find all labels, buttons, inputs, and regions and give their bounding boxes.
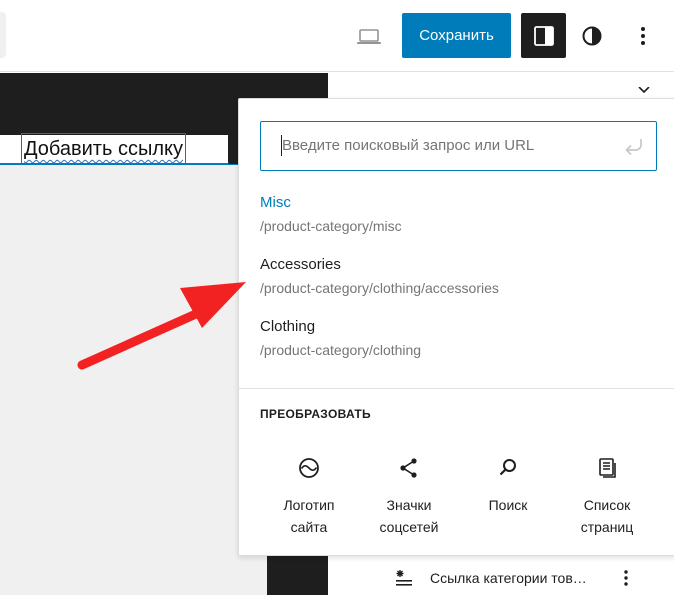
transform-label-line2: сайта — [290, 519, 328, 535]
page-list-icon — [599, 458, 616, 478]
vertical-ellipsis-icon — [641, 27, 645, 45]
text-caret — [281, 135, 282, 156]
sidebar-close-button[interactable] — [634, 86, 654, 98]
sidebar-list-item[interactable]: Ссылка категории тов… — [380, 560, 674, 595]
close-icon — [638, 87, 650, 94]
share-icon — [400, 458, 417, 478]
category-link-icon — [396, 570, 412, 586]
save-button[interactable]: Сохранить — [402, 13, 511, 58]
toolbar-left-edge — [0, 12, 6, 58]
transform-label-line2: страниц — [580, 519, 634, 535]
result-url: /product-category/misc — [260, 218, 402, 234]
result-title: Clothing — [260, 318, 316, 335]
transform-label-line1: Поиск — [488, 497, 528, 513]
desktop-icon — [357, 29, 381, 44]
search-result-clothing[interactable]: Clothing /product-category/clothing — [260, 318, 660, 372]
transform-page-list-button[interactable]: Список страниц — [560, 454, 654, 544]
device-preview-button[interactable] — [352, 20, 386, 54]
vertical-ellipsis-icon — [624, 570, 628, 586]
result-url: /product-category/clothing/accessories — [260, 280, 499, 296]
styles-toggle-button[interactable] — [574, 18, 610, 54]
transform-label-line1: Логотип — [283, 497, 335, 513]
list-item-options-button[interactable] — [618, 566, 634, 590]
transform-search-button[interactable]: Поиск — [461, 454, 555, 544]
link-control-popover: Misc /product-category/misc Accessories … — [238, 98, 674, 556]
half-circle-contrast-icon — [582, 26, 602, 46]
transform-label-line2: соцсетей — [379, 519, 439, 535]
transform-label-line1: Список — [583, 497, 631, 513]
result-title: Misc — [260, 194, 291, 211]
popover-divider — [239, 388, 674, 389]
link-text-placeholder[interactable]: Добавить ссылку — [21, 133, 186, 165]
transform-social-icons-button[interactable]: Значки соцсетей — [362, 454, 456, 544]
top-toolbar: Сохранить — [0, 0, 674, 72]
search-icon — [499, 459, 516, 476]
result-title: Accessories — [260, 256, 341, 273]
link-search-input[interactable] — [262, 123, 602, 168]
submit-link-button[interactable] — [621, 134, 647, 160]
search-result-accessories[interactable]: Accessories /product-category/clothing/a… — [260, 256, 660, 310]
sidebar-list-item-label: Ссылка категории тов… — [430, 570, 587, 586]
sidebar-panel-icon — [533, 25, 554, 46]
settings-toggle-button[interactable] — [521, 13, 566, 58]
transform-site-logo-button[interactable]: Логотип сайта — [262, 454, 356, 544]
transform-label-line1: Значки — [386, 497, 432, 513]
link-search-field[interactable] — [260, 121, 657, 171]
result-url: /product-category/clothing — [260, 342, 422, 358]
options-menu-button[interactable] — [628, 18, 658, 54]
editor-screen: Сохранить Добавить ссылку Ссылка категор… — [0, 0, 674, 595]
site-logo-icon — [299, 458, 319, 478]
transform-heading: ПРЕОБРАЗОВАТЬ — [260, 407, 371, 421]
search-result-misc[interactable]: Misc /product-category/misc — [260, 194, 660, 248]
enter-return-icon — [625, 139, 642, 156]
